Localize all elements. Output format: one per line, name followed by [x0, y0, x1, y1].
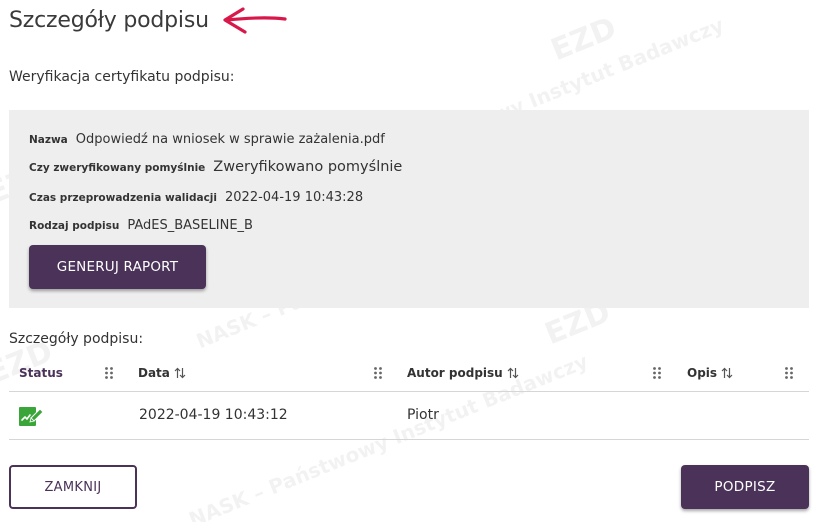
column-header-date-label: Data — [138, 366, 170, 380]
signature-date: 2022-04-19 10:43:12 — [139, 407, 288, 423]
sort-icon[interactable] — [507, 366, 519, 380]
drag-handle-icon[interactable] — [784, 366, 794, 380]
svg-text:EZD: EZD — [546, 11, 621, 69]
sort-icon[interactable] — [721, 366, 733, 380]
validation-time-value: 2022-04-19 10:43:28 — [225, 190, 364, 205]
verified-label: Czy zweryfikowany pomyślnie — [29, 162, 206, 174]
signature-type-value: PAdES_BASELINE_B — [127, 218, 253, 233]
signature-author: Piotr — [407, 407, 439, 423]
verification-section-label: Weryfikacja certyfikatu podpisu: — [9, 69, 235, 85]
generate-report-button[interactable]: GENERUJ RAPORT — [29, 245, 206, 289]
info-row-name: Nazwa Odpowiedź na wniosek w sprawie zaż… — [29, 132, 385, 147]
drag-handle-icon[interactable] — [373, 366, 383, 380]
table-row[interactable]: 2022-04-19 10:43:12 Piotr — [9, 392, 809, 440]
validation-time-label: Czas przeprowadzenia walidacji — [29, 192, 218, 204]
column-header-author-label: Autor podpisu — [407, 366, 503, 380]
column-header-description-label: Opis — [687, 366, 718, 380]
signature-table: Status Data Autor podpisu Opis 2022-04-1… — [9, 356, 809, 440]
drag-handle-icon[interactable] — [652, 366, 662, 380]
verified-value: Zweryfikowano pomyślnie — [213, 159, 403, 175]
table-header: Status Data Autor podpisu Opis — [9, 356, 809, 392]
column-header-date[interactable]: Data — [138, 366, 186, 380]
close-button[interactable]: ZAMKNIJ — [9, 465, 137, 509]
signature-type-label: Rodzaj podpisu — [29, 220, 120, 232]
title-row: Szczegóły podpisu — [9, 4, 289, 36]
red-arrow-icon — [223, 7, 287, 34]
info-row-signature-type: Rodzaj podpisu PAdES_BASELINE_B — [29, 218, 253, 233]
page-title: Szczegóły podpisu — [9, 7, 209, 33]
name-label: Nazwa — [29, 134, 68, 146]
sort-icon[interactable] — [174, 366, 186, 380]
info-row-validation-time: Czas przeprowadzenia walidacji 2022-04-1… — [29, 190, 363, 205]
name-value: Odpowiedź na wniosek w sprawie zażalenia… — [75, 132, 385, 147]
verification-panel: Nazwa Odpowiedź na wniosek w sprawie zaż… — [9, 110, 809, 308]
column-header-status-label: Status — [19, 366, 63, 380]
column-header-author[interactable]: Autor podpisu — [407, 366, 519, 380]
column-header-status[interactable]: Status — [19, 366, 63, 380]
signature-verified-icon — [19, 407, 44, 426]
info-row-verified: Czy zweryfikowany pomyślnie Zweryfikowan… — [29, 159, 402, 175]
sign-button[interactable]: PODPISZ — [681, 465, 809, 509]
signature-details-section-label: Szczegóły podpisu: — [9, 331, 144, 347]
column-header-description[interactable]: Opis — [687, 366, 733, 380]
drag-handle-icon[interactable] — [104, 366, 114, 380]
